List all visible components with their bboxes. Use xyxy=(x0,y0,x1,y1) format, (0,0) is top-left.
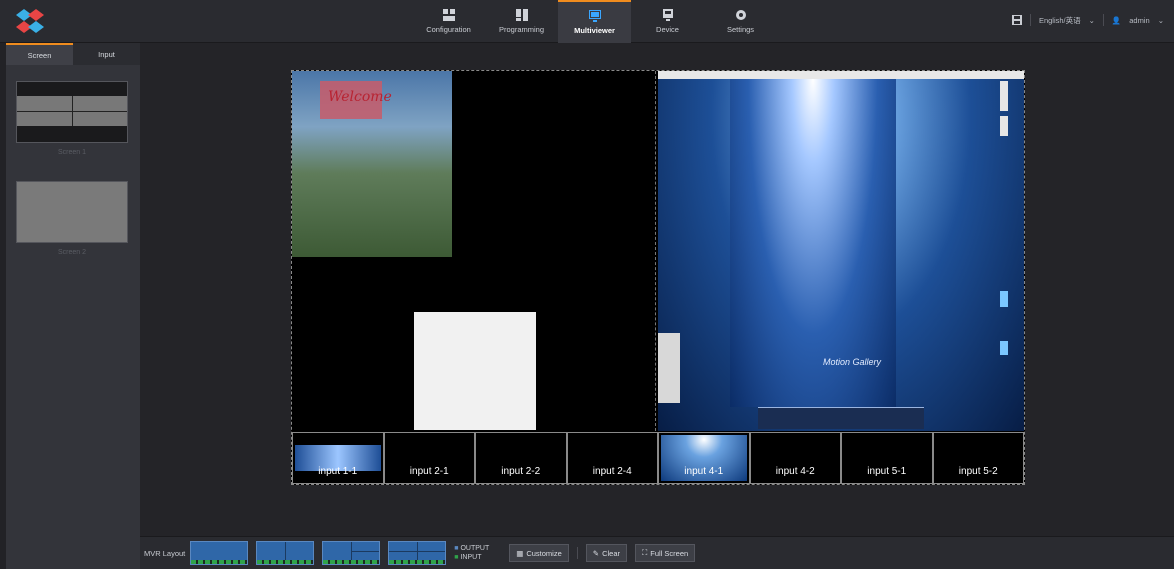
nav-settings[interactable]: Settings xyxy=(704,0,777,43)
device-icon xyxy=(662,9,673,21)
user-icon: 👤 xyxy=(1111,15,1122,25)
fullscreen-icon: ⛶ xyxy=(642,548,648,557)
divider xyxy=(1029,14,1031,26)
fullscreen-button[interactable]: ⛶ Full Screen xyxy=(635,544,696,562)
input-cell[interactable]: input 5-1 xyxy=(841,432,933,484)
user-menu[interactable]: admin xyxy=(1129,16,1149,25)
eraser-icon: ✎ xyxy=(592,548,600,558)
grid-line xyxy=(351,542,353,562)
screen-label-2: Screen 2 xyxy=(57,249,87,256)
input-label: input 4-1 xyxy=(684,466,724,477)
grid-line xyxy=(417,542,419,562)
input-cell[interactable]: input 2-1 xyxy=(383,432,475,484)
layout-option-3[interactable] xyxy=(322,541,381,565)
divider xyxy=(1102,14,1104,26)
output-window-right[interactable]: Motion Gallery xyxy=(658,71,1024,431)
desktop-icon xyxy=(1000,291,1008,307)
layout-option-1[interactable] xyxy=(190,541,249,565)
output-window-left[interactable]: Welcome xyxy=(292,71,656,431)
multiviewer-workspace: Welcome Motion Gallery input 1-1 input 2… xyxy=(140,43,1174,536)
desktop-icon xyxy=(1000,116,1008,136)
input-label: input 2-2 xyxy=(501,466,541,477)
input-label: input 2-1 xyxy=(409,466,449,477)
legend-input: ■ INPUT xyxy=(454,554,482,561)
legend-output: ■ OUTPUT xyxy=(454,545,490,552)
bottom-toolbar: MVR Layout ■ OUTPUT ■ INPUT ▦ Customize … xyxy=(140,536,1174,569)
tab-screen[interactable]: Screen xyxy=(6,43,73,65)
multiviewer-icon xyxy=(588,10,601,22)
gallery-caption: Motion Gallery xyxy=(823,357,882,367)
input-label: input 2-4 xyxy=(592,466,632,477)
white-image-tile[interactable] xyxy=(414,312,536,430)
app-logo xyxy=(16,9,44,33)
nav-configuration[interactable]: Configuration xyxy=(412,0,485,43)
input-row xyxy=(389,560,446,564)
taskbar-dock xyxy=(758,407,924,429)
grid-line xyxy=(351,551,380,552)
mvr-layout-label: MVR Layout xyxy=(144,548,186,558)
input-cell[interactable]: input 2-2 xyxy=(475,432,567,484)
input-label: input 5-2 xyxy=(958,466,998,477)
clear-button[interactable]: ✎ Clear xyxy=(585,544,628,562)
landscape-image[interactable]: Welcome xyxy=(292,71,452,257)
left-panel: Screen Input Screen 1 Screen 2 xyxy=(6,43,140,569)
nav-programming[interactable]: Programming xyxy=(485,0,558,43)
programming-icon xyxy=(515,9,528,21)
grid-line xyxy=(285,542,287,562)
layout-option-4[interactable] xyxy=(388,541,447,565)
grid-line xyxy=(389,551,446,552)
input-cell[interactable]: input 4-2 xyxy=(749,432,841,484)
input-cell[interactable]: input 1-1 xyxy=(292,432,384,484)
panel-tabs: Screen Input xyxy=(6,43,140,65)
input-row xyxy=(257,560,314,564)
tab-input[interactable]: Input xyxy=(73,43,140,65)
input-row xyxy=(323,560,380,564)
save-icon[interactable] xyxy=(1011,15,1022,25)
chevron-down-icon[interactable]: ⌄ xyxy=(1158,16,1164,25)
input-cell[interactable]: input 4-1 xyxy=(658,432,750,484)
screen-thumbnail-2[interactable] xyxy=(16,181,128,243)
grid-line xyxy=(17,111,127,112)
configuration-icon xyxy=(442,9,455,21)
window-titlebar xyxy=(658,71,1024,79)
divider xyxy=(576,547,578,559)
language-selector[interactable]: English/英语 xyxy=(1039,15,1081,26)
chevron-down-icon[interactable]: ⌄ xyxy=(1089,16,1095,25)
customize-button[interactable]: ▦ Customize xyxy=(509,544,569,562)
input-label: input 1-1 xyxy=(318,466,358,477)
output-swatch: ■ xyxy=(454,545,459,552)
layout-legend: ■ OUTPUT ■ INPUT xyxy=(454,544,489,562)
input-cell[interactable]: input 2-4 xyxy=(566,432,658,484)
input-label: input 4-2 xyxy=(775,466,815,477)
input-strip: input 1-1 input 2-1 input 2-2 input 2-4 … xyxy=(292,432,1024,484)
input-row xyxy=(191,560,248,564)
screen-label-1: Screen 1 xyxy=(57,149,87,156)
grid-icon: ▦ xyxy=(516,548,524,558)
nav-device[interactable]: Device xyxy=(631,0,704,43)
multiviewer-canvas: Welcome Motion Gallery input 1-1 input 2… xyxy=(291,70,1025,485)
desktop-icon xyxy=(1000,81,1008,111)
header-right: English/英语 ⌄ 👤 admin ⌄ xyxy=(1011,14,1164,26)
top-bar: Configuration Programming Multiviewer De… xyxy=(0,0,1174,43)
main-nav: Configuration Programming Multiviewer De… xyxy=(412,0,777,43)
welcome-text: Welcome xyxy=(328,89,392,105)
side-menu xyxy=(658,333,680,403)
layout-option-2[interactable] xyxy=(256,541,315,565)
input-swatch: ■ xyxy=(454,554,459,561)
input-cell[interactable]: input 5-2 xyxy=(932,432,1024,484)
settings-icon xyxy=(735,10,746,20)
input-label: input 5-1 xyxy=(867,466,907,477)
nav-multiviewer[interactable]: Multiviewer xyxy=(558,0,631,43)
screen-thumbnail-1[interactable] xyxy=(16,81,128,143)
desktop-icon xyxy=(1000,341,1008,355)
